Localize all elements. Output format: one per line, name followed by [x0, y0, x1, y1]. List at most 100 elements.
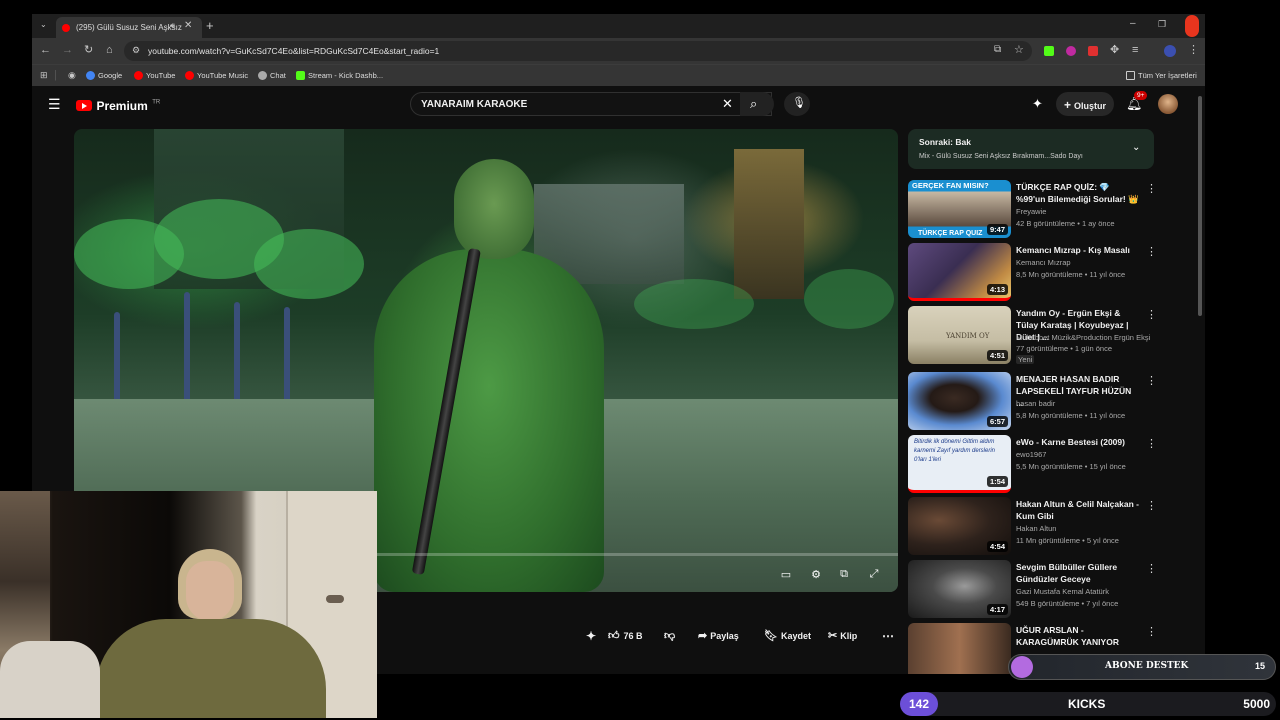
thumbnail-text: Bitirdik ilk dönemi Gittim aldım karnemi…	[914, 439, 996, 463]
miniplayer-icon[interactable]: ⧉	[836, 568, 852, 582]
video-title: eWo - Karne Bestesi (2009)	[1016, 437, 1125, 447]
share-label: Paylaş	[710, 631, 739, 641]
create-button[interactable]: + Oluştur	[1056, 92, 1114, 116]
share-button[interactable]: ➦ Paylaş	[698, 622, 739, 648]
video-frame-musician-head	[454, 159, 534, 259]
more-options-icon[interactable]: ⋮	[1146, 625, 1157, 638]
like-count: 76 B	[623, 631, 643, 641]
video-thumbnail: YANDIM OY 4:51	[908, 306, 1011, 364]
apps-grid-icon[interactable]: ⊞	[40, 71, 48, 80]
list-item[interactable]: 4:54 Hakan Altun & Celil Nalçakan - Kum …	[908, 497, 1168, 557]
more-actions-icon[interactable]: ⋯	[882, 622, 894, 648]
site-info-icon[interactable]: ⚙	[132, 46, 140, 55]
subtitles-icon[interactable]: ▭	[778, 568, 794, 582]
forward-icon[interactable]: →	[62, 45, 73, 56]
more-options-icon[interactable]: ⋮	[1146, 562, 1157, 575]
duration-badge: 6:57	[986, 416, 1008, 427]
more-options-icon[interactable]: ⋮	[1146, 499, 1157, 512]
bookmark-chat[interactable]: Chat	[258, 71, 286, 80]
divider-icon: |	[54, 69, 57, 81]
kick-favicon-icon	[296, 71, 305, 80]
restore-icon[interactable]: ❐	[1158, 20, 1166, 29]
gamepad-icon[interactable]: ✦	[1032, 97, 1043, 110]
voice-search-button[interactable]: 🎙︎	[784, 92, 810, 116]
like-button[interactable]: 👍︎ 76 B	[608, 622, 658, 648]
extension-kick-icon[interactable]	[1044, 46, 1054, 56]
tab-audio-icon[interactable]: 🔊︎	[170, 22, 175, 30]
home-icon[interactable]: ⌂	[106, 45, 113, 56]
more-options-icon[interactable]: ⋮	[1146, 182, 1157, 195]
bookmark-google[interactable]: Google	[86, 71, 122, 80]
google-favicon-icon	[86, 71, 95, 80]
close-window-icon[interactable]	[1185, 15, 1199, 37]
duration-badge: 4:54	[986, 541, 1008, 552]
thumbs-up-icon: 👍︎	[608, 630, 620, 642]
duration-badge: 4:51	[986, 350, 1008, 361]
logo-country: TR	[152, 99, 161, 106]
clip-button[interactable]: ✂ Klip	[828, 622, 857, 648]
video-meta: 77 görüntüleme • 1 gün önce	[1016, 344, 1113, 353]
kicks-goal: 5000	[1243, 697, 1270, 711]
browser-toolbar: ← → ↻ ⌂ ⚙ youtube.com/watch?v=GuKcSd7C4E…	[32, 38, 1205, 64]
list-item[interactable]: 4:17 Sevgim Bülbüller Güllere Gündüzler …	[908, 560, 1168, 620]
abone-count: 15	[1254, 661, 1265, 671]
profile-avatar-icon[interactable]	[1164, 45, 1176, 57]
youtube-logo[interactable]: Premium TR	[76, 97, 160, 115]
new-tab-icon[interactable]: +	[206, 19, 214, 32]
tab-active[interactable]: (295) Gülü Susuz Seni Aşksız	[56, 17, 202, 38]
share-arrow-icon: ➦	[698, 630, 708, 642]
minimize-icon[interactable]: –	[1130, 19, 1136, 29]
hamburger-menu-icon[interactable]: ☰	[48, 97, 61, 111]
list-item[interactable]: GERÇEK FAN MISIN? TÜRKÇE RAP QUIZ 9:47 T…	[908, 180, 1168, 240]
browser-menu-icon[interactable]: ⋮	[1188, 45, 1199, 56]
all-bookmarks[interactable]: Tüm Yer İşaretleri	[1126, 71, 1197, 80]
bookmark-youtube-music[interactable]: YouTube Music	[185, 71, 248, 80]
list-item[interactable]: YANDIM OY 4:51 Yandım Oy - Ergün Ekşi & …	[908, 306, 1168, 366]
address-bar[interactable]: ⚙ youtube.com/watch?v=GuKcSd7C4Eo&list=R…	[124, 41, 1032, 61]
video-thumbnail: 4:54	[908, 497, 1011, 555]
more-options-icon[interactable]: ⋮	[1146, 437, 1157, 450]
list-item[interactable]: 6:57 MENAJER HASAN BADIR LAPSEKELİ TAYFU…	[908, 372, 1168, 432]
video-frame-musician-body	[374, 249, 604, 592]
channel-name: ewo1967	[1016, 450, 1047, 459]
back-icon[interactable]: ←	[40, 45, 51, 56]
palm-fronds	[634, 279, 754, 329]
chevron-down-icon[interactable]: ⌄	[1132, 143, 1140, 153]
gamepad-action-icon[interactable]: ✦	[586, 622, 596, 648]
more-options-icon[interactable]: ⋮	[1146, 308, 1157, 321]
tab-close-icon[interactable]: ✕	[184, 21, 192, 31]
bookmark-star-icon[interactable]: ☆	[1014, 45, 1024, 56]
settings-gear-icon[interactable]: ⚙	[808, 568, 824, 582]
more-options-icon[interactable]: ⋮	[1146, 374, 1157, 387]
globe-icon[interactable]: ◉	[68, 71, 76, 80]
tab-search-icon[interactable]: ⌄	[40, 21, 47, 29]
more-options-icon[interactable]: ⋮	[1146, 245, 1157, 258]
search-button[interactable]: ⌕	[740, 92, 774, 116]
reload-icon[interactable]: ↻	[84, 45, 93, 56]
page-scrollbar[interactable]	[1198, 96, 1202, 316]
kicks-label: KICKS	[1068, 697, 1106, 711]
fullscreen-icon[interactable]: ⤢	[866, 568, 882, 582]
extension-pink-icon[interactable]	[1066, 46, 1076, 56]
palm-trunk	[284, 307, 290, 402]
duration-badge: 9:47	[986, 224, 1008, 235]
bookmark-youtube[interactable]: YouTube	[134, 71, 175, 80]
thumbs-down-icon[interactable]: 👎︎	[664, 622, 675, 648]
media-controls-icon[interactable]: ≡	[1132, 45, 1138, 56]
video-title: UĞUR ARSLAN - KARAGÜMRÜK YANIYOR	[1016, 625, 1119, 647]
up-next-panel[interactable]: Sonraki: Bak Mix - Gülü Susuz Seni Aşksı…	[908, 129, 1154, 169]
list-item[interactable]: 4:13 Kemancı Mızrap - Kış Masalı Kemancı…	[908, 243, 1168, 303]
extensions-puzzle-icon[interactable]: ✥	[1110, 45, 1119, 56]
account-avatar[interactable]	[1158, 94, 1178, 114]
search-input[interactable]: YANARAIM KARAOKE	[410, 92, 772, 116]
video-thumbnail: GERÇEK FAN MISIN? TÜRKÇE RAP QUIZ 9:47	[908, 180, 1011, 238]
channel-name: Kemancı Mızrap	[1016, 258, 1071, 267]
thumbnail-text: YANDIM OY	[946, 332, 990, 340]
clear-search-icon[interactable]: ✕	[722, 97, 733, 110]
list-item[interactable]: Bitirdik ilk dönemi Gittim aldım karnemi…	[908, 435, 1168, 495]
bookmark-kick-dashboard[interactable]: Stream - Kick Dashb...	[296, 71, 383, 80]
save-button[interactable]: 🔖︎ Kaydet	[764, 622, 811, 648]
extension-red-icon[interactable]	[1088, 46, 1098, 56]
install-app-icon[interactable]: ⧉	[994, 45, 1001, 55]
video-title: TÜRKÇE RAP QUİZ: 💎 %99'un Bilemediği Sor…	[1016, 182, 1139, 204]
